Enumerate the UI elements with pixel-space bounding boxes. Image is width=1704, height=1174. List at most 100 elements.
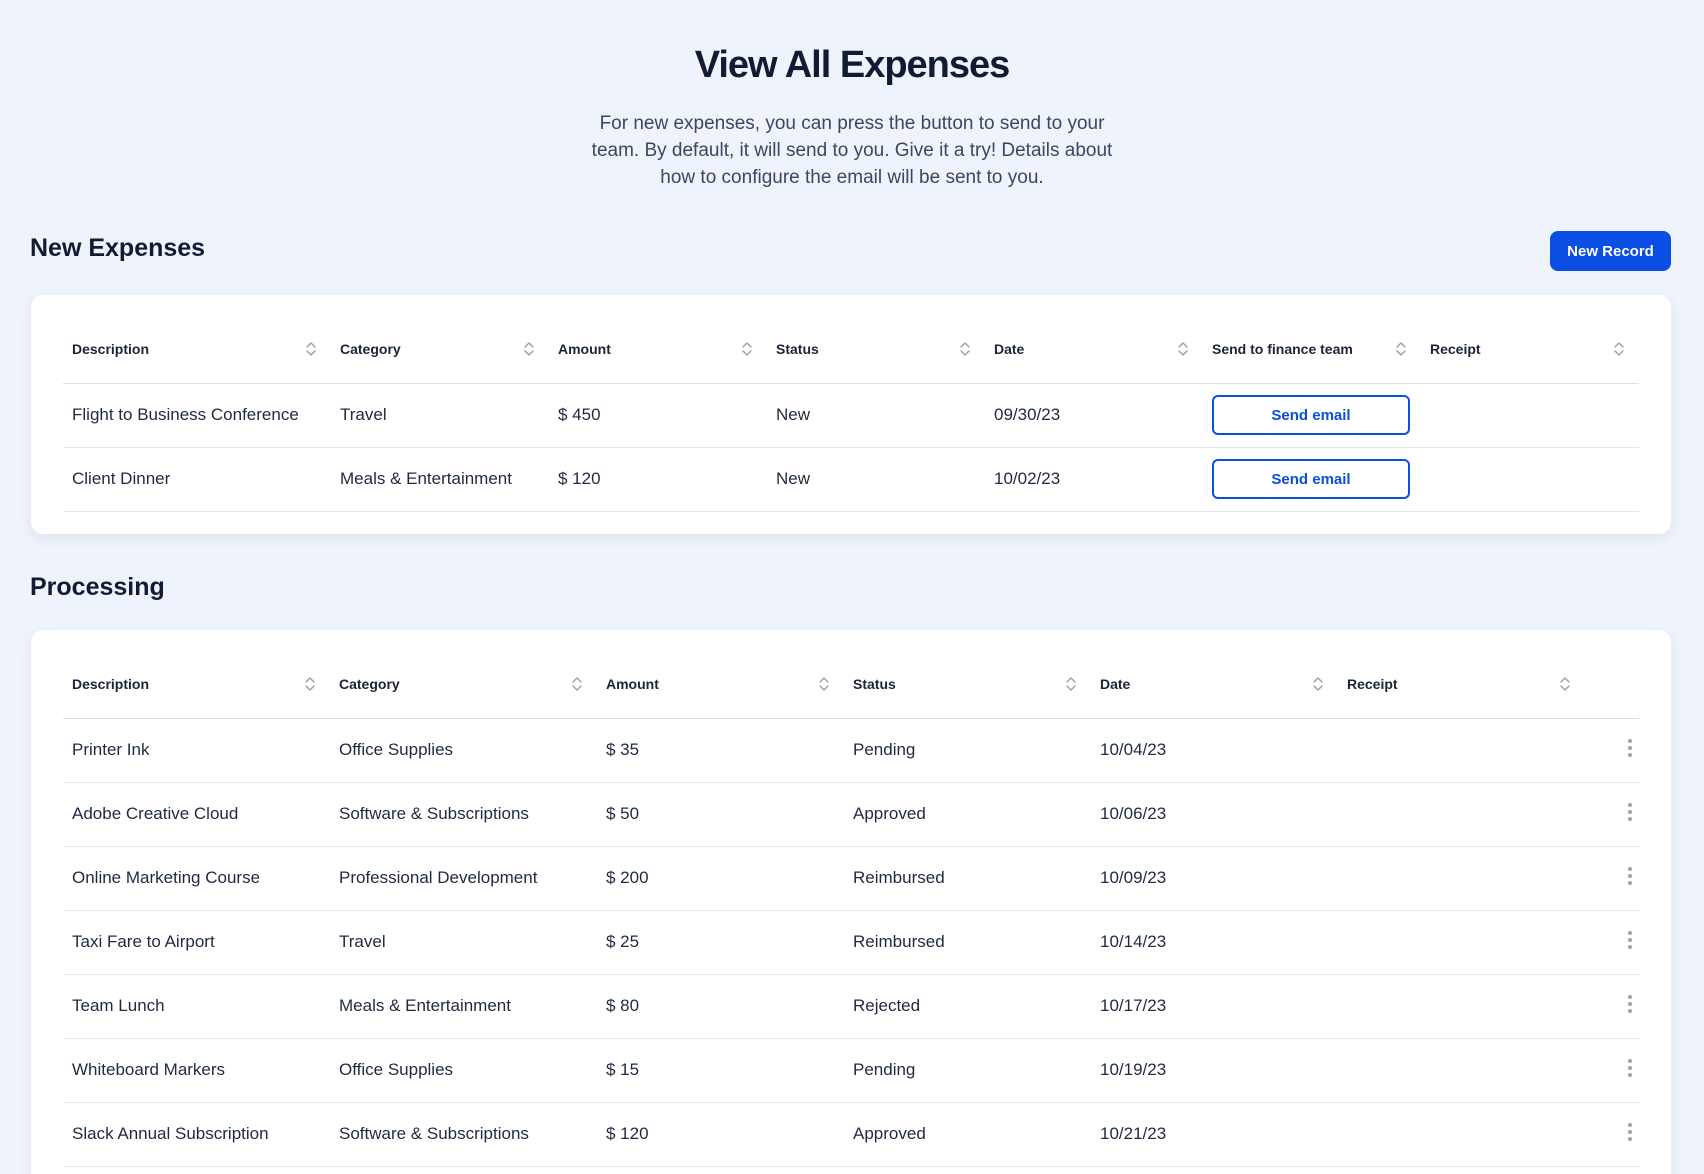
table-row: Taxi Fare to Airport Travel $ 25 Reimbursed… — [63, 910, 1639, 975]
column-header[interactable]: Description — [63, 315, 331, 384]
sort-icon[interactable] — [571, 675, 583, 693]
kebab-menu-icon[interactable] — [1627, 866, 1633, 886]
column-header[interactable]: Date — [1091, 650, 1338, 719]
cell-date: 09/30/23 — [985, 383, 1203, 448]
cell-category: Meals & Entertainment — [331, 447, 549, 512]
cell-amount: $ 15 — [597, 1038, 844, 1103]
cell-status: Approved — [844, 782, 1091, 847]
cell-category: Travel — [330, 910, 597, 975]
kebab-menu-icon[interactable] — [1627, 802, 1633, 822]
cell-actions — [1585, 782, 1639, 847]
cell-receipt — [1338, 974, 1585, 1039]
sort-icon[interactable] — [1065, 675, 1077, 693]
cell-actions — [1585, 974, 1639, 1039]
sort-icon[interactable] — [304, 675, 316, 693]
cell-date: 10/21/23 — [1091, 1102, 1338, 1167]
cell-status: Pending — [844, 1038, 1091, 1103]
sort-icon[interactable] — [818, 675, 830, 693]
column-header-label: Receipt — [1347, 675, 1398, 692]
column-header[interactable]: Receipt — [1421, 315, 1639, 384]
cell-date: 10/02/23 — [985, 447, 1203, 512]
page-intro: For new expenses, you can press the butt… — [591, 113, 1113, 188]
table-row: Whiteboard Markers Office Supplies $ 15 Pen… — [63, 1038, 1639, 1103]
cell-receipt — [1421, 447, 1639, 512]
send-email-button[interactable]: Send email — [1212, 395, 1410, 435]
column-header[interactable]: Status — [767, 315, 985, 384]
table-row: Business BookProfessional Development$ 4… — [63, 1166, 1639, 1174]
cell-status: Reimbursed — [844, 846, 1091, 911]
cell-category: Office Supplies — [330, 718, 597, 783]
cell-category: Professional Development — [330, 1166, 597, 1174]
column-header[interactable]: Date — [985, 315, 1203, 384]
cell-send: Send email — [1203, 383, 1421, 448]
cell-category: Office Supplies — [330, 1038, 597, 1103]
page-title: View All Expenses — [694, 44, 1011, 86]
cell-category: Software & Subscriptions — [330, 782, 597, 847]
new-expenses-header-row: Description Category Amount Status Date … — [63, 315, 1639, 384]
cell-receipt — [1338, 1102, 1585, 1167]
column-header-label: Status — [776, 340, 819, 357]
column-header-label: Category — [339, 675, 400, 692]
cell-category: Software & Subscriptions — [330, 1102, 597, 1167]
send-email-button[interactable]: Send email — [1212, 459, 1410, 499]
column-header[interactable]: Amount — [549, 315, 767, 384]
cell-receipt — [1338, 846, 1585, 911]
column-header-label: Receipt — [1430, 340, 1481, 357]
sort-icon[interactable] — [523, 340, 535, 358]
sort-icon[interactable] — [959, 340, 971, 358]
column-header[interactable]: Description — [63, 650, 330, 719]
cell-amount: $ 25 — [597, 910, 844, 975]
cell-date: 10/23/23 — [1091, 1166, 1338, 1174]
new-expenses-card: Description Category Amount Status Date … — [31, 295, 1671, 534]
processing-table: Description Category Amount Status Date … — [63, 650, 1639, 1174]
column-header-label: Status — [853, 675, 896, 692]
kebab-menu-icon[interactable] — [1627, 1122, 1633, 1142]
cell-status: Approved — [844, 1166, 1091, 1174]
column-header[interactable]: Status — [844, 650, 1091, 719]
kebab-menu-icon[interactable] — [1627, 738, 1633, 758]
column-header[interactable]: Category — [331, 315, 549, 384]
cell-receipt — [1421, 383, 1639, 448]
table-row: Adobe Creative Cloud Software & Subscript… — [63, 782, 1639, 847]
new-record-button[interactable]: New Record — [1550, 231, 1671, 271]
cell-status: New — [767, 383, 985, 448]
sort-icon[interactable] — [305, 340, 317, 358]
cell-category: Meals & Entertainment — [330, 974, 597, 1039]
cell-actions — [1585, 1038, 1639, 1103]
column-header-label: Category — [340, 340, 401, 357]
cell-amount: $ 50 — [597, 782, 844, 847]
cell-category: Professional Development — [330, 846, 597, 911]
sort-icon[interactable] — [741, 340, 753, 358]
kebab-menu-icon[interactable] — [1627, 994, 1633, 1014]
column-header[interactable]: Send to finance team — [1203, 315, 1421, 384]
column-header-label: Date — [994, 340, 1025, 357]
cell-description: Taxi Fare to Airport — [63, 910, 330, 975]
cell-receipt — [1338, 718, 1585, 783]
table-row: Online Marketing Course Professional Deve… — [63, 846, 1639, 911]
cell-actions — [1585, 910, 1639, 975]
sort-icon[interactable] — [1613, 340, 1625, 358]
column-header-label: Date — [1100, 675, 1131, 692]
kebab-menu-icon[interactable] — [1627, 930, 1633, 950]
cell-actions — [1585, 846, 1639, 911]
column-header-actions — [1585, 650, 1639, 719]
cell-date: 10/14/23 — [1091, 910, 1338, 975]
cell-description: Client Dinner — [63, 447, 331, 512]
sort-icon[interactable] — [1559, 675, 1571, 693]
table-row: Client Dinner Meals & Entertainment $ 12… — [63, 447, 1639, 512]
column-header-label: Description — [72, 675, 150, 692]
column-header[interactable]: Receipt — [1338, 650, 1585, 719]
column-header-label: Description — [72, 340, 150, 357]
sort-icon[interactable] — [1177, 340, 1189, 358]
cell-actions — [1585, 718, 1639, 783]
column-header[interactable]: Amount — [597, 650, 844, 719]
column-header[interactable]: Category — [330, 650, 597, 719]
cell-description: Business Book — [63, 1166, 330, 1174]
new-expenses-title: New Expenses — [30, 234, 206, 262]
kebab-menu-icon[interactable] — [1627, 1058, 1633, 1078]
processing-table-body: Printer Ink Office Supplies $ 35 Pending 10/… — [63, 718, 1639, 1174]
sort-icon[interactable] — [1312, 675, 1324, 693]
cell-description: Printer Ink — [63, 718, 330, 783]
cell-amount: $ 120 — [597, 1102, 844, 1167]
sort-icon[interactable] — [1395, 340, 1407, 358]
